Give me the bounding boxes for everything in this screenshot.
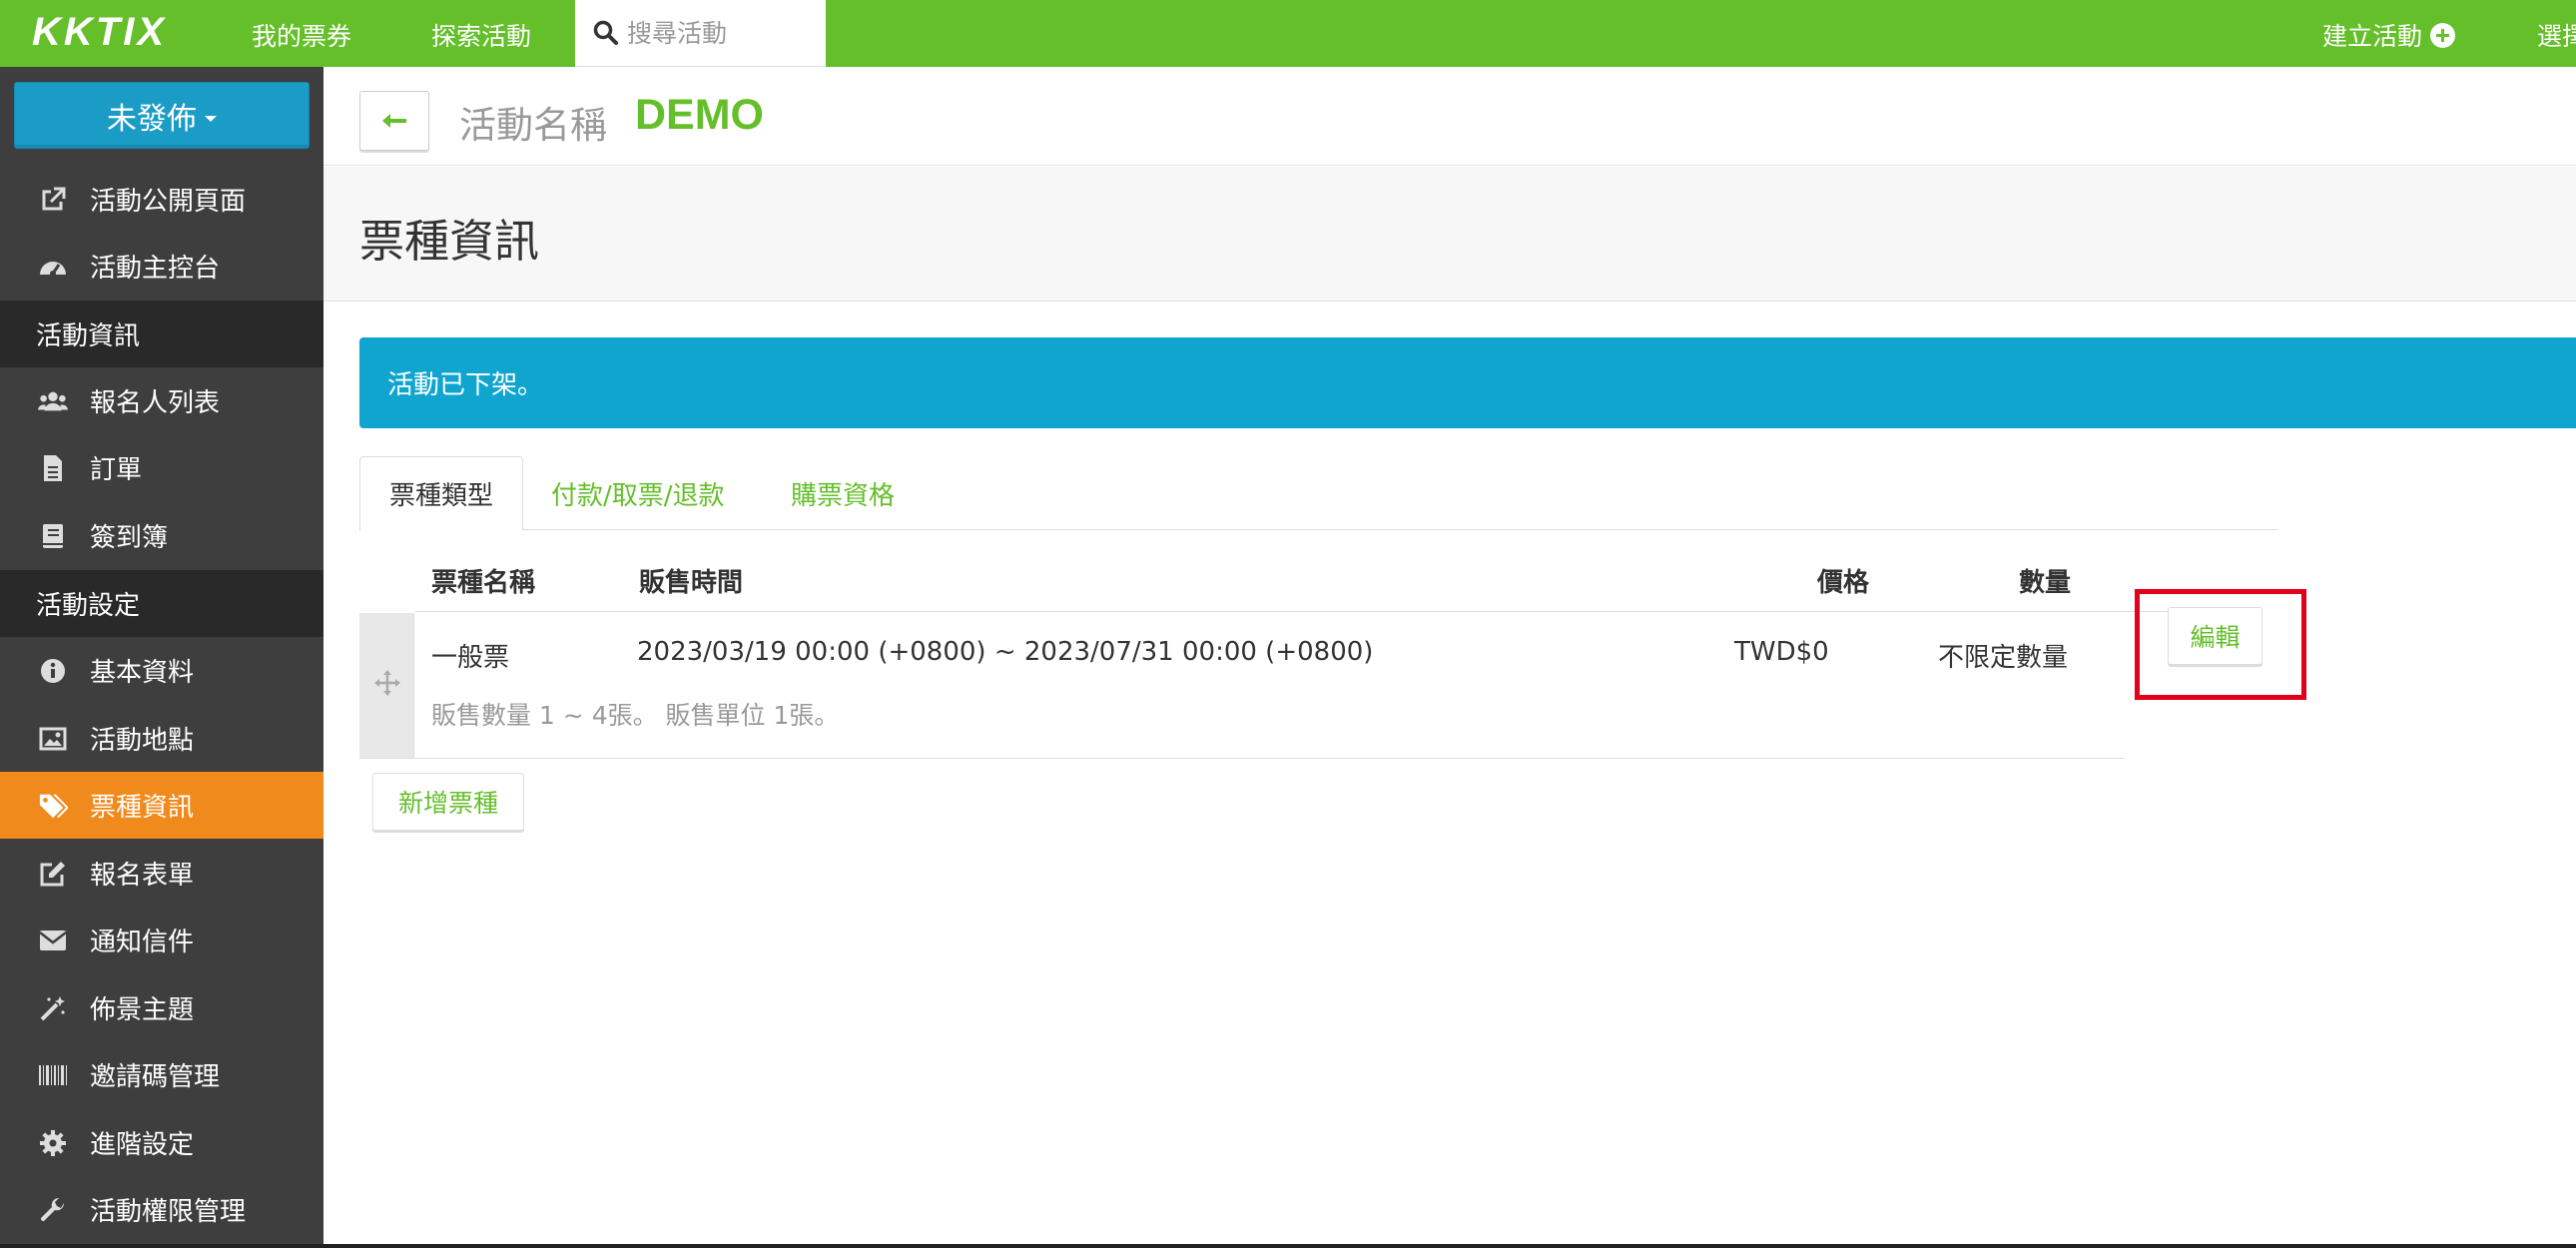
sidebar-item-label: 佈景主題 — [90, 995, 195, 1025]
ticket-tabs: 票種類型 付款/取票/退款 購票資格 — [359, 456, 2278, 531]
create-event-link[interactable]: 建立活動 — [2322, 17, 2456, 53]
book-icon — [38, 521, 68, 551]
edit-icon — [38, 859, 68, 889]
sidebar-item-registration-form[interactable]: 報名表單 — [0, 840, 323, 907]
sidebar-item-label: 通知信件 — [90, 928, 195, 957]
move-icon — [374, 670, 400, 696]
external-link-icon — [38, 185, 68, 215]
table-row-divider — [359, 758, 2125, 759]
sidebar: 未發佈 活動公開頁面 活動主控台 活動資訊 報名人列表 訂單 簽到簿 活動設定 — [0, 67, 323, 1248]
ticket-price: TWD$0 — [1734, 637, 1829, 667]
page-title: 票種資訊 — [359, 215, 540, 268]
sidebar-item-basic-info[interactable]: 基本資料 — [0, 637, 323, 704]
ticket-sale-time: 2023/03/19 00:00 (+0800) ~ 2023/07/31 00… — [637, 637, 1374, 667]
ticket-quantity: 不限定數量 — [1938, 643, 2069, 673]
edit-ticket-button[interactable]: 編輯 — [2168, 607, 2262, 665]
sidebar-item-label: 訂單 — [90, 455, 143, 485]
dashboard-icon — [38, 252, 68, 282]
ticket-name: 一般票 — [431, 643, 510, 673]
info-icon — [38, 656, 68, 686]
sidebar-item-attendees[interactable]: 報名人列表 — [0, 367, 323, 434]
sidebar-item-location[interactable]: 活動地點 — [0, 705, 323, 772]
wrench-icon — [38, 1195, 68, 1225]
sidebar-item-label: 進階設定 — [90, 1130, 195, 1160]
sidebar-item-label: 活動公開頁面 — [90, 187, 247, 217]
nav-my-tickets[interactable]: 我的票券 — [252, 17, 351, 53]
sidebar-item-dashboard[interactable]: 活動主控台 — [0, 233, 323, 300]
sidebar-item-advanced-settings[interactable]: 進階設定 — [0, 1109, 323, 1176]
sidebar-item-label: 票種資訊 — [90, 793, 195, 823]
sidebar-item-label: 報名表單 — [90, 861, 195, 891]
top-navbar: KKTIX 我的票券 探索活動 建立活動 選擇 — [0, 0, 2576, 67]
file-icon — [38, 453, 68, 483]
event-name-label: 活動名稱 — [459, 104, 607, 147]
column-header-price: 價格 — [1817, 568, 1870, 598]
main-content: 活動名稱 DEMO 票種資訊 活動已下架。 票種類型 付款/取票/退款 購票資格… — [323, 67, 2576, 1248]
tab-ticket-types[interactable]: 票種類型 — [359, 456, 523, 531]
sidebar-item-label: 基本資料 — [90, 658, 195, 688]
publish-status-label: 未發佈 — [107, 101, 197, 137]
ticket-sale-rules: 販售數量 1 ~ 4張。 販售單位 1張。 — [431, 701, 840, 730]
sidebar-item-theme[interactable]: 佈景主題 — [0, 974, 323, 1041]
event-name: DEMO — [635, 91, 764, 139]
status-alert: 活動已下架。 — [359, 337, 2576, 428]
image-icon — [38, 724, 68, 754]
add-ticket-type-button[interactable]: 新增票種 — [372, 773, 524, 831]
nav-explore-events[interactable]: 探索活動 — [431, 17, 531, 53]
sidebar-item-label: 活動地點 — [90, 726, 195, 756]
kktix-logo[interactable]: KKTIX — [32, 10, 167, 55]
caret-down-icon — [205, 115, 217, 122]
search-icon — [593, 20, 618, 45]
sidebar-item-label: 簽到簿 — [90, 523, 169, 553]
drag-handle[interactable] — [359, 613, 414, 758]
column-header-name: 票種名稱 — [431, 568, 536, 598]
sidebar-item-public-page[interactable]: 活動公開頁面 — [0, 166, 323, 233]
publish-status-dropdown[interactable]: 未發佈 — [14, 82, 310, 149]
search-input[interactable] — [627, 12, 817, 54]
sidebar-item-invite-codes[interactable]: 邀請碼管理 — [0, 1041, 323, 1108]
sidebar-item-label: 邀請碼管理 — [90, 1062, 221, 1092]
envelope-icon — [38, 926, 68, 955]
search-box — [575, 0, 826, 67]
event-title-bar: 活動名稱 DEMO — [323, 67, 2576, 166]
bottom-border — [0, 1244, 2576, 1248]
tab-payment-pickup-refund[interactable]: 付款/取票/退款 — [551, 456, 725, 530]
magic-icon — [38, 993, 68, 1023]
sidebar-item-orders[interactable]: 訂單 — [0, 434, 323, 501]
sidebar-item-notification-email[interactable]: 通知信件 — [0, 907, 323, 973]
column-header-sale-time: 販售時間 — [639, 568, 744, 598]
sidebar-item-permissions[interactable]: 活動權限管理 — [0, 1176, 323, 1243]
tab-purchase-eligibility[interactable]: 購票資格 — [791, 456, 895, 530]
arrow-left-icon — [382, 114, 406, 128]
tags-icon — [38, 791, 68, 821]
column-header-quantity: 數量 — [2019, 568, 2072, 598]
users-icon — [38, 386, 68, 416]
table-header-divider — [415, 611, 2262, 612]
gear-icon — [38, 1128, 68, 1158]
sidebar-item-ticket-info[interactable]: 票種資訊 — [0, 772, 323, 839]
section-header-event-info: 活動資訊 — [0, 301, 323, 367]
back-button[interactable] — [359, 91, 429, 151]
sidebar-item-label: 報名人列表 — [90, 388, 221, 418]
plus-circle-icon — [2430, 22, 2456, 48]
language-select[interactable]: 選擇 — [2537, 17, 2576, 53]
sidebar-item-label: 活動主控台 — [90, 254, 221, 284]
create-event-label: 建立活動 — [2322, 22, 2423, 51]
sidebar-item-checkin-book[interactable]: 簽到簿 — [0, 502, 323, 569]
section-header-event-settings: 活動設定 — [0, 570, 323, 637]
sidebar-item-label: 活動權限管理 — [90, 1197, 247, 1227]
barcode-icon — [38, 1060, 68, 1090]
page-header: 票種資訊 — [323, 167, 2576, 302]
